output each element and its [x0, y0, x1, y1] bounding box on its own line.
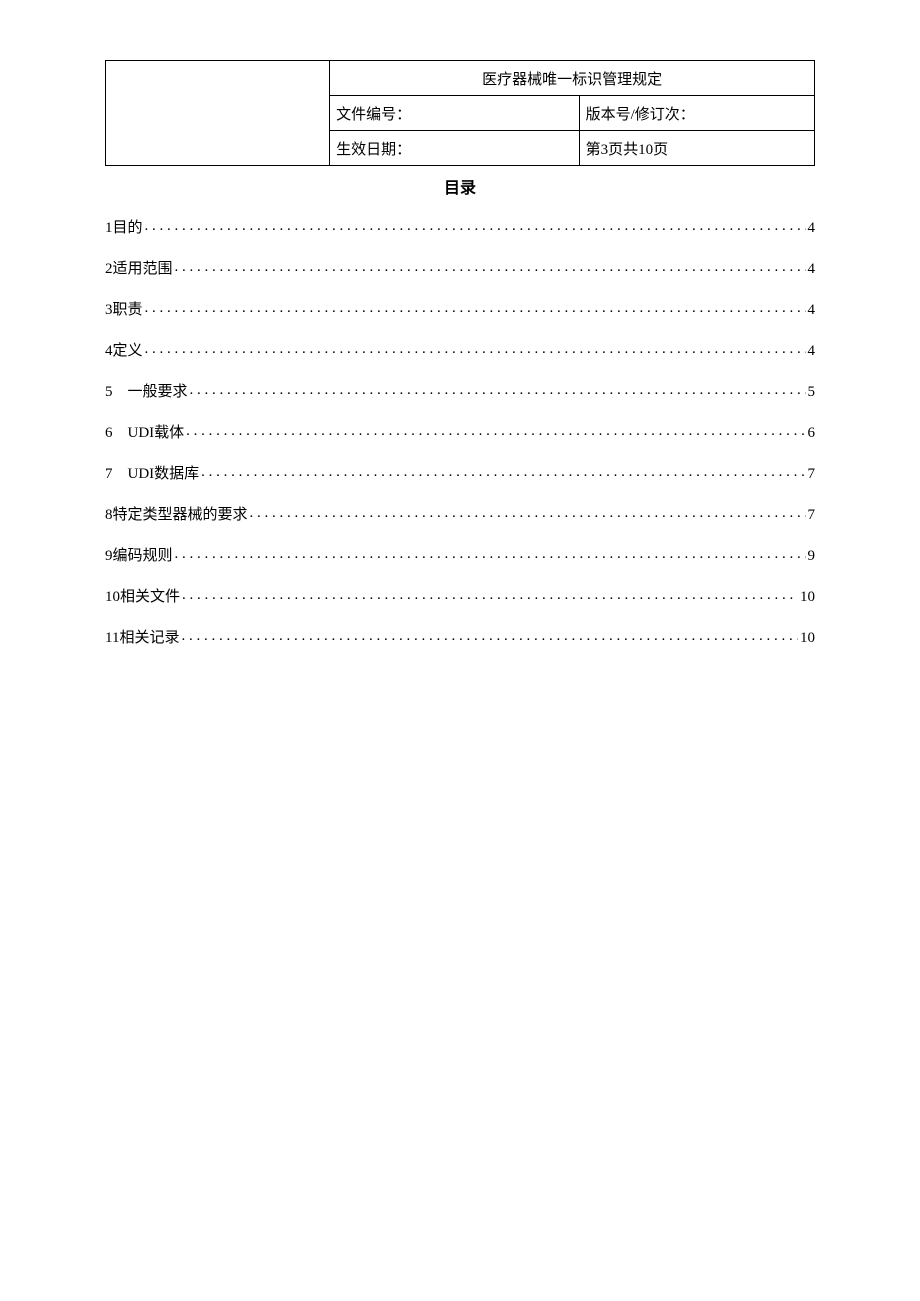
toc-item: 11相关记录 10 [105, 626, 815, 647]
toc-item-page: 6 [808, 425, 816, 442]
toc-item: 1目的 4 [105, 216, 815, 237]
toc-item-page: 9 [808, 548, 816, 565]
toc-item-page: 10 [800, 630, 815, 647]
toc-dots [181, 627, 798, 642]
toc-item: 9编码规则 9 [105, 544, 815, 565]
toc-dots [186, 422, 805, 437]
document-page: 医疗器械唯一标识管理规定 文件编号： 版本号/修订次： 生效日期： 第3页共10… [0, 0, 920, 1301]
toc-item-label: 10相关文件 [105, 585, 180, 606]
toc-item-label: 2适用范围 [105, 257, 173, 278]
toc-item-page: 4 [808, 261, 816, 278]
toc-item-page: 4 [808, 220, 816, 237]
toc-item-page: 7 [808, 466, 816, 483]
toc-item-page: 10 [800, 589, 815, 606]
logo-cell [106, 61, 330, 166]
toc-item-label: 7 UDI数据库 [105, 462, 199, 483]
toc-heading: 目录 [105, 174, 815, 198]
toc-item: 5 一般要求 5 [105, 380, 815, 401]
doc-title: 医疗器械唯一标识管理规定 [330, 61, 815, 96]
toc-dots [250, 504, 806, 519]
toc-item: 3职责 4 [105, 298, 815, 319]
doc-header-table: 医疗器械唯一标识管理规定 文件编号： 版本号/修订次： 生效日期： 第3页共10… [105, 60, 815, 166]
doc-no-label: 文件编号： [330, 96, 579, 131]
toc-item-label: 4定义 [105, 339, 143, 360]
toc-item-label: 11相关记录 [105, 626, 179, 647]
toc-item: 7 UDI数据库 7 [105, 462, 815, 483]
toc-item-label: 5 一般要求 [105, 380, 188, 401]
toc-item-label: 3职责 [105, 298, 143, 319]
toc-list: 1目的 4 2适用范围 4 3职责 4 4定义 4 5 一般要求 5 6 UDI… [105, 216, 815, 647]
toc-item: 6 UDI载体 6 [105, 421, 815, 442]
toc-item: 10相关文件 10 [105, 585, 815, 606]
toc-item-label: 1目的 [105, 216, 143, 237]
toc-dots [145, 217, 806, 232]
toc-item: 2适用范围 4 [105, 257, 815, 278]
toc-dots [190, 381, 806, 396]
toc-dots [145, 340, 806, 355]
toc-dots [182, 586, 798, 601]
toc-item: 8特定类型器械的要求 7 [105, 503, 815, 524]
toc-item: 4定义 4 [105, 339, 815, 360]
toc-dots [175, 545, 806, 560]
toc-item-page: 5 [808, 384, 816, 401]
toc-item-page: 4 [808, 302, 816, 319]
toc-dots [201, 463, 805, 478]
toc-dots [145, 299, 806, 314]
eff-date-label: 生效日期： [330, 131, 579, 166]
toc-item-label: 8特定类型器械的要求 [105, 503, 248, 524]
page-info: 第3页共10页 [579, 131, 814, 166]
toc-item-label: 6 UDI载体 [105, 421, 184, 442]
toc-item-label: 9编码规则 [105, 544, 173, 565]
version-label: 版本号/修订次： [579, 96, 814, 131]
toc-dots [175, 258, 806, 273]
toc-item-page: 4 [808, 343, 816, 360]
toc-item-page: 7 [808, 507, 816, 524]
